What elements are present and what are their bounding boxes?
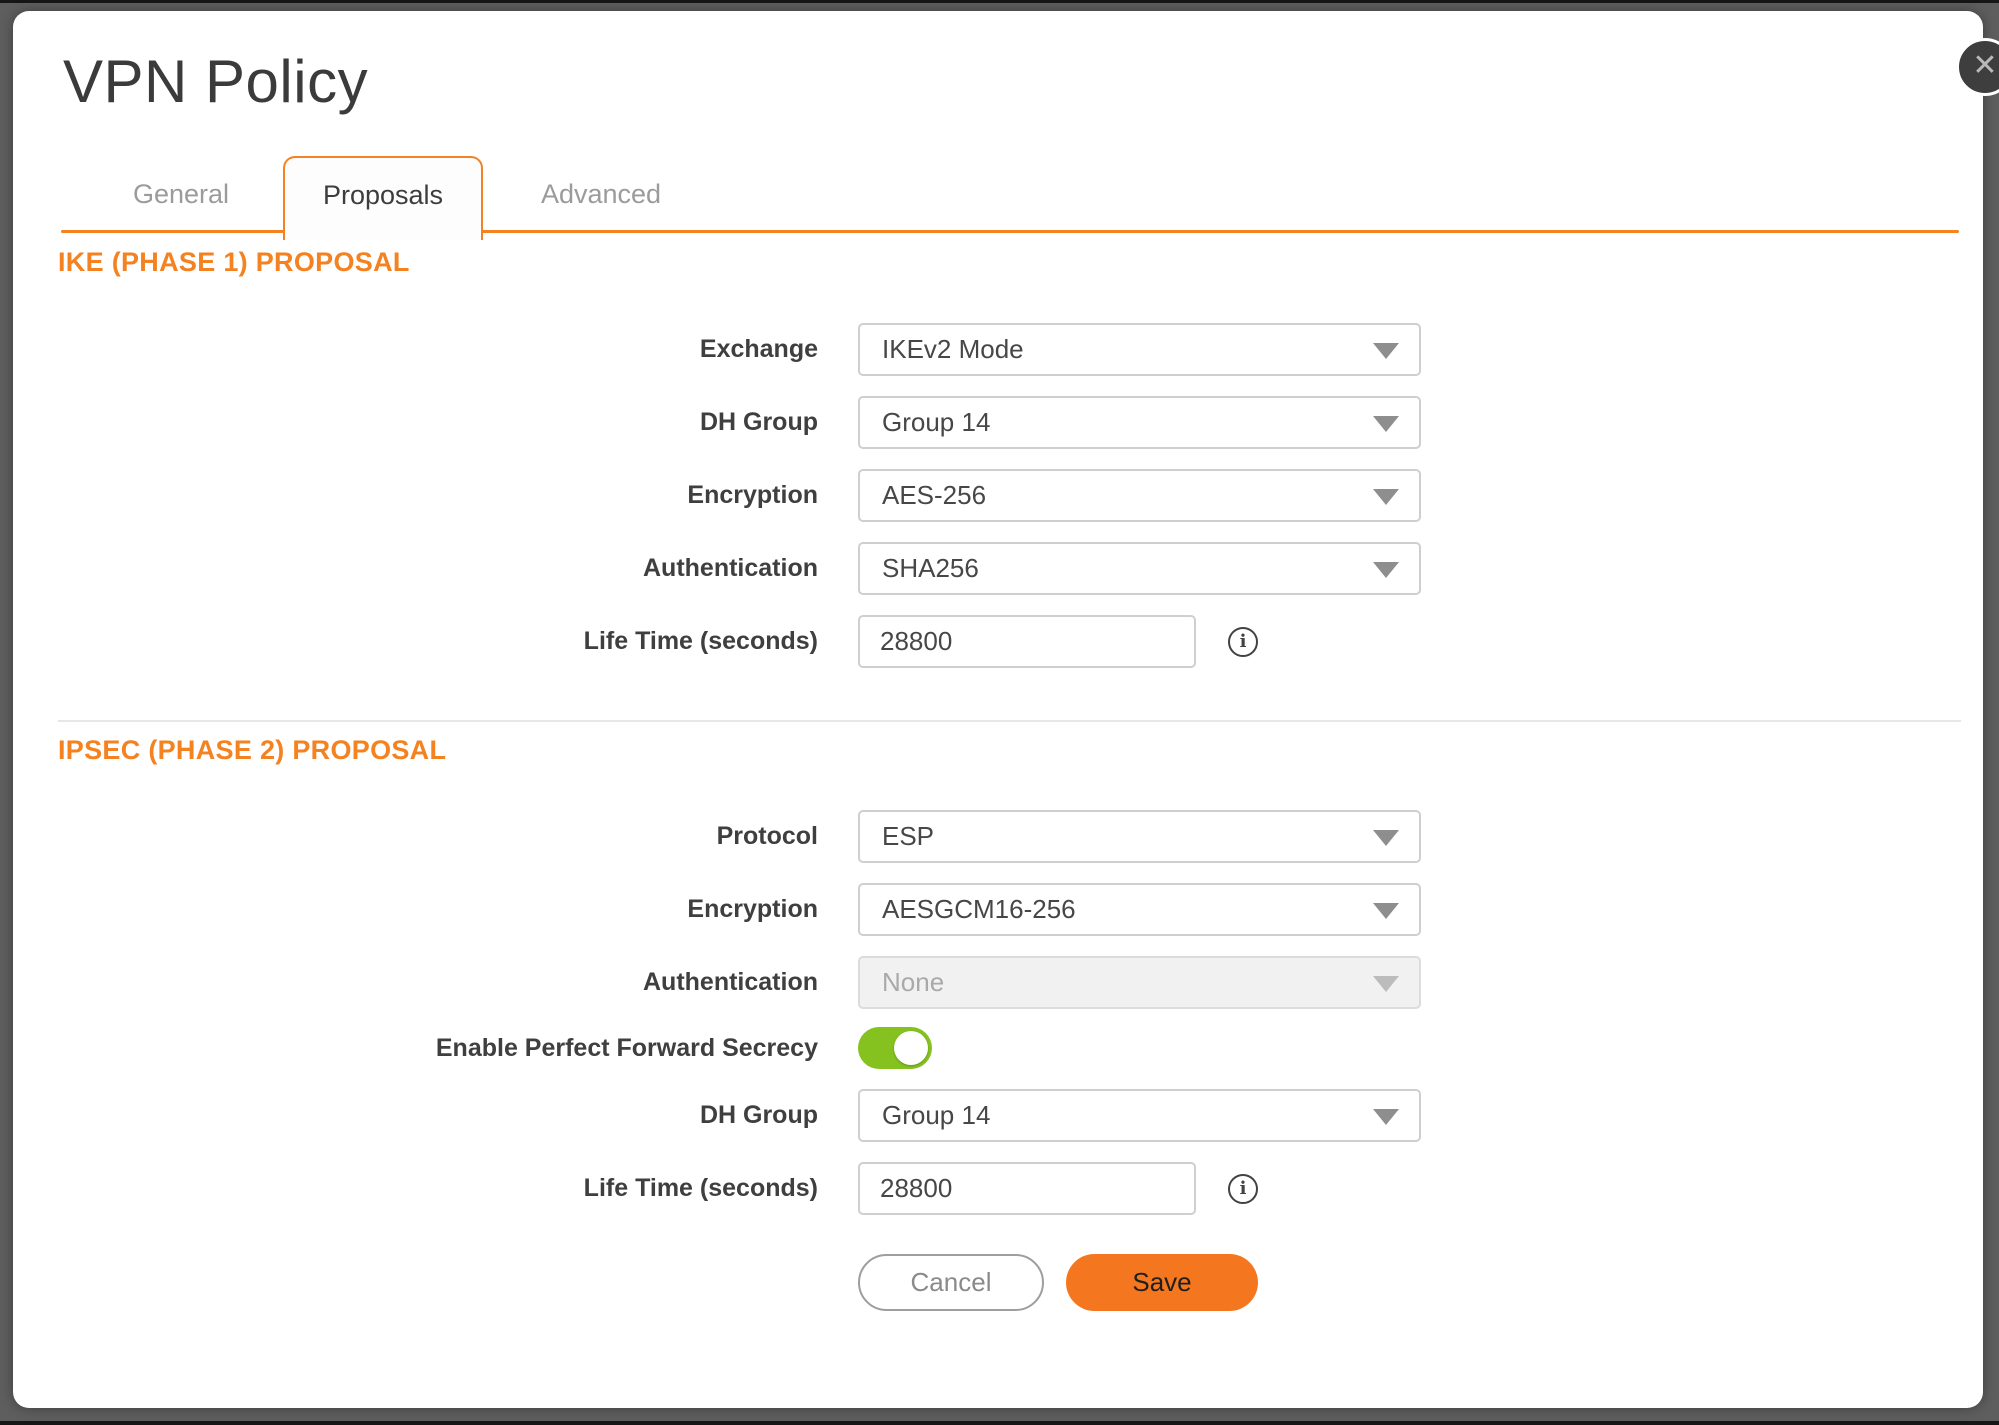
life-time-label: Life Time (seconds)	[58, 627, 818, 656]
authentication-selected-value: SHA256	[882, 553, 979, 584]
dh-group2-selected-value: Group 14	[882, 1100, 990, 1131]
section-separator	[58, 720, 1961, 722]
frame-edge	[0, 1421, 1999, 1425]
form-row-life-time2: Life Time (seconds) i	[58, 1162, 1258, 1215]
life-time-input[interactable]	[858, 615, 1196, 668]
pfs-label: Enable Perfect Forward Secrecy	[58, 1034, 818, 1063]
exchange-select[interactable]: IKEv2 Mode	[858, 323, 1421, 376]
dh-group2-label: DH Group	[58, 1101, 818, 1130]
exchange-label: Exchange	[58, 335, 818, 364]
life-time2-label: Life Time (seconds)	[58, 1174, 818, 1203]
pfs-toggle-on[interactable]	[858, 1027, 932, 1069]
dialog-actions: Cancel Save	[858, 1254, 1258, 1311]
info-icon[interactable]: i	[1228, 627, 1258, 657]
protocol-select[interactable]: ESP	[858, 810, 1421, 863]
dh-group-selected-value: Group 14	[882, 407, 990, 438]
close-icon: ✕	[1972, 49, 1997, 82]
encryption2-selected-value: AESGCM16-256	[882, 894, 1076, 925]
frame-edge	[0, 0, 1999, 3]
chevron-down-icon	[1373, 903, 1399, 919]
dh-group-label: DH Group	[58, 408, 818, 437]
info-icon[interactable]: i	[1228, 1174, 1258, 1204]
form-row-exchange: Exchange IKEv2 Mode	[58, 323, 1421, 376]
form-row-dh-group2: DH Group Group 14	[58, 1089, 1421, 1142]
dh-group2-select[interactable]: Group 14	[858, 1089, 1421, 1142]
authentication2-label: Authentication	[58, 968, 818, 997]
exchange-selected-value: IKEv2 Mode	[882, 334, 1024, 365]
chevron-down-icon	[1373, 489, 1399, 505]
vpn-policy-dialog: VPN Policy General Proposals Advanced IK…	[13, 11, 1983, 1408]
form-row-life-time: Life Time (seconds) i	[58, 615, 1258, 668]
chevron-down-icon	[1373, 562, 1399, 578]
toggle-knob	[894, 1031, 928, 1065]
tab-proposals[interactable]: Proposals	[283, 156, 483, 240]
encryption-label: Encryption	[58, 481, 818, 510]
tab-general[interactable]: General	[133, 179, 229, 210]
chevron-down-icon	[1373, 976, 1399, 992]
protocol-selected-value: ESP	[882, 821, 934, 852]
form-row-authentication2: Authentication None	[58, 956, 1421, 1009]
authentication2-select-disabled: None	[858, 956, 1421, 1009]
authentication-select[interactable]: SHA256	[858, 542, 1421, 595]
encryption2-select[interactable]: AESGCM16-256	[858, 883, 1421, 936]
encryption-select[interactable]: AES-256	[858, 469, 1421, 522]
dh-group-select[interactable]: Group 14	[858, 396, 1421, 449]
form-row-protocol: Protocol ESP	[58, 810, 1421, 863]
save-button[interactable]: Save	[1066, 1254, 1258, 1311]
protocol-label: Protocol	[58, 822, 818, 851]
life-time2-input[interactable]	[858, 1162, 1196, 1215]
chevron-down-icon	[1373, 830, 1399, 846]
form-row-encryption2: Encryption AESGCM16-256	[58, 883, 1421, 936]
chevron-down-icon	[1373, 416, 1399, 432]
cancel-button[interactable]: Cancel	[858, 1254, 1044, 1311]
chevron-down-icon	[1373, 343, 1399, 359]
encryption-selected-value: AES-256	[882, 480, 986, 511]
phase1-heading: IKE (PHASE 1) PROPOSAL	[58, 247, 410, 278]
form-row-encryption: Encryption AES-256	[58, 469, 1421, 522]
tab-advanced[interactable]: Advanced	[541, 179, 661, 210]
tab-proposals-label: Proposals	[323, 180, 443, 211]
page-title: VPN Policy	[63, 47, 368, 116]
authentication2-selected-value: None	[882, 967, 944, 998]
form-row-pfs: Enable Perfect Forward Secrecy	[58, 1027, 932, 1069]
chevron-down-icon	[1373, 1109, 1399, 1125]
phase2-heading: IPSEC (PHASE 2) PROPOSAL	[58, 735, 446, 766]
form-row-authentication: Authentication SHA256	[58, 542, 1421, 595]
authentication-label: Authentication	[58, 554, 818, 583]
form-row-dh-group: DH Group Group 14	[58, 396, 1421, 449]
encryption2-label: Encryption	[58, 895, 818, 924]
